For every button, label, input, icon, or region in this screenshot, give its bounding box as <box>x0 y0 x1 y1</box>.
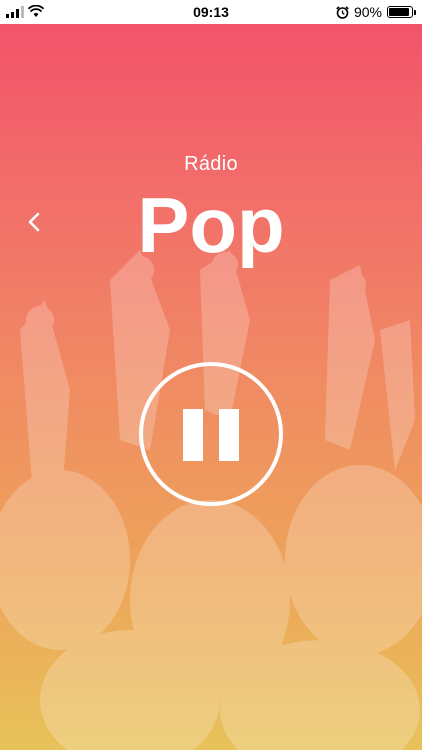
station-title: Pop <box>137 181 285 269</box>
pause-icon <box>183 409 239 461</box>
pause-button[interactable] <box>139 362 283 506</box>
station-category: Rádio <box>184 153 238 175</box>
battery-icon <box>387 6 413 18</box>
battery-percent: 90% <box>353 4 382 20</box>
radio-player-screen: 09:13 90% Rádio Pop <box>0 0 422 750</box>
battery-level-fill <box>389 8 409 16</box>
battery-tip <box>414 9 416 15</box>
status-right-group: 90% <box>336 3 416 21</box>
status-bar: 09:13 90% <box>0 0 422 24</box>
alarm-clock-icon <box>336 5 349 19</box>
